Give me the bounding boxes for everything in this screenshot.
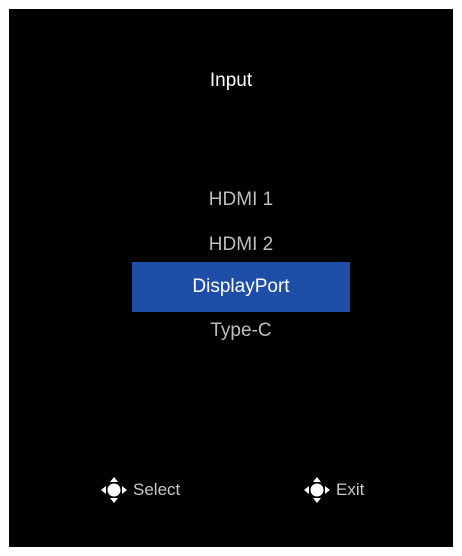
exit-hint-label: Exit <box>336 480 365 499</box>
select-hint-label: Select <box>133 480 181 499</box>
menu-item-hdmi-1[interactable]: HDMI 1 <box>132 176 350 224</box>
navigation-pad-icon <box>302 475 332 505</box>
input-source-menu: HDMI 1 HDMI 2 DisplayPort Type-C <box>9 9 453 547</box>
menu-item-displayport[interactable]: DisplayPort <box>132 262 350 312</box>
exit-hint: Exit <box>302 475 364 505</box>
menu-item-type-c[interactable]: Type-C <box>132 307 350 355</box>
osd-panel: Input HDMI 1 HDMI 2 DisplayPort Type-C S… <box>9 9 453 547</box>
navigation-pad-icon <box>99 475 129 505</box>
select-hint: Select <box>99 475 180 505</box>
